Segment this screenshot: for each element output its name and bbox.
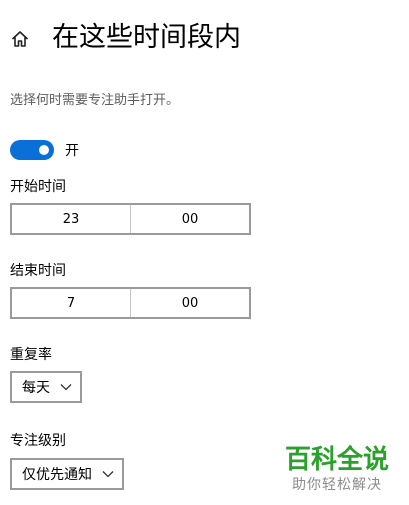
chevron-down-icon — [102, 471, 114, 478]
repeat-dropdown[interactable]: 每天 — [10, 371, 82, 403]
watermark-title: 百科全说 — [285, 445, 390, 475]
end-time-label: 结束时间 — [10, 263, 66, 279]
end-hour[interactable]: 7 — [12, 289, 130, 317]
focus-level-dropdown[interactable]: 仅优先通知 — [10, 458, 124, 490]
focus-level-value: 仅优先通知 — [22, 467, 92, 483]
end-time-picker[interactable]: 7 00 — [10, 287, 251, 319]
toggle-state-label: 开 — [65, 143, 79, 159]
page-title: 在这些时间段内 — [52, 22, 241, 53]
start-hour[interactable]: 23 — [12, 205, 130, 233]
start-minute[interactable]: 00 — [130, 205, 249, 233]
toggle-knob — [39, 145, 49, 155]
repeat-value: 每天 — [22, 380, 50, 396]
watermark-subtitle: 助你轻松解决 — [292, 477, 382, 493]
repeat-label: 重复率 — [10, 347, 52, 363]
focus-level-label: 专注级别 — [10, 433, 66, 449]
start-time-picker[interactable]: 23 00 — [10, 203, 251, 235]
start-time-label: 开始时间 — [10, 179, 66, 195]
description-text: 选择何时需要专注助手打开。 — [10, 93, 180, 108]
home-icon[interactable] — [10, 29, 30, 49]
chevron-down-icon — [60, 384, 72, 391]
end-minute[interactable]: 00 — [130, 289, 249, 317]
focus-assist-toggle[interactable] — [10, 140, 54, 160]
